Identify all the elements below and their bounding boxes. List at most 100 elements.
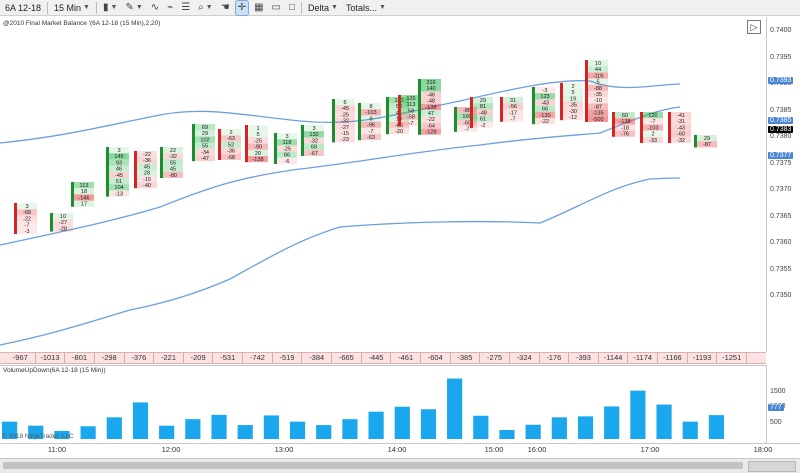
footprint-body <box>50 213 53 232</box>
price-tick-label: 0.7360 <box>770 239 792 246</box>
volume-bar <box>447 378 463 439</box>
volume-tick-label: 1500 <box>770 387 786 395</box>
footprint-value: 1 <box>256 126 259 132</box>
footprint-value: 29 <box>704 136 710 142</box>
footprint-bar: 22-325545-80 <box>160 147 183 179</box>
footprint-value: -7 <box>25 223 30 229</box>
footprint-bar: 3118-2566-6 <box>274 133 297 165</box>
footprint-value: 44 <box>595 67 601 73</box>
footprint-value: -116 <box>593 73 604 79</box>
footprint-value: -86 <box>463 108 471 114</box>
crosshair-button[interactable]: ✛ <box>234 0 250 16</box>
footprint-body <box>532 87 535 125</box>
footprint-value: 5 <box>571 90 574 96</box>
totals-selector[interactable]: Totals... ▼ <box>344 1 388 15</box>
volume-bar <box>263 415 279 439</box>
volume-bar <box>630 390 646 439</box>
footprint-value: 113 <box>80 183 89 189</box>
delta-total-cell: -1251 <box>717 353 747 363</box>
volume-bar <box>682 421 698 439</box>
footprint-value: -46 <box>427 92 435 98</box>
footprint-value: 102 <box>200 137 209 143</box>
footprint-bar: -41-31-43-60-32 <box>668 112 691 144</box>
square-icon: □ <box>288 2 296 13</box>
footprint-body <box>301 125 304 156</box>
link-button[interactable]: □ <box>287 1 297 15</box>
footprint-value: 2 <box>571 84 574 90</box>
volume-bar <box>499 430 515 439</box>
footprint-value: -88 <box>594 86 602 92</box>
footprint-body <box>245 125 248 163</box>
list-icon: ☰ <box>181 2 191 13</box>
strategies-button[interactable]: ⌁ <box>165 1 175 15</box>
footprint-value: -135 <box>592 111 603 117</box>
volume-bar <box>316 425 332 439</box>
zoom-button[interactable]: ⌕ ▼ <box>196 1 215 15</box>
footprint-value: 18 <box>81 189 87 195</box>
chart-trader-button[interactable]: ▭ <box>270 1 283 15</box>
delta-total-cell: -1174 <box>628 353 659 363</box>
footprint-body <box>14 203 17 234</box>
delta-total-cell: -209 <box>184 353 214 363</box>
time-axis[interactable]: 11:00 12:00 13:00 14:00 15:00 16:00 17:00 18:00 <box>0 443 800 459</box>
footprint-value: -80 <box>169 173 177 179</box>
footprint-bar: -3123-4366-130-22 <box>532 87 555 125</box>
time-tick-label: 11:00 <box>47 445 67 454</box>
footprint-body <box>218 129 221 160</box>
footprint-value: -35 <box>594 92 602 98</box>
footprint-value: 46 <box>116 167 122 173</box>
interval-selector[interactable]: 15 Min ▼ <box>52 1 92 15</box>
mode-selector[interactable]: Delta ▼ <box>306 1 340 15</box>
instrument-label: 6A 12-18 <box>5 2 42 13</box>
footprint-value: 5 <box>256 132 259 138</box>
footprint-value: -34 <box>201 150 209 156</box>
footprint-bar: 15-25-9020-138 <box>245 125 268 163</box>
footprint-body <box>386 97 389 135</box>
footprint-body <box>398 95 401 126</box>
pan-button[interactable]: ☚ <box>219 1 232 15</box>
footprint-value: -32 <box>310 138 318 144</box>
footprint-value: 61 <box>480 117 486 123</box>
delta-total-cell: -519 <box>273 353 303 363</box>
horizontal-scrollbar[interactable] <box>0 458 800 473</box>
footprint-value: -32 <box>169 154 177 160</box>
footprint-value: -56 <box>509 104 517 110</box>
instrument-selector[interactable]: 6A 12-18 <box>3 1 43 15</box>
price-axis[interactable]: 0.74000.73950.73900.73850.73800.73750.73… <box>766 17 800 352</box>
footprint-value: 9 <box>369 116 372 122</box>
footprint-body <box>612 112 615 137</box>
draw-tool-button[interactable]: ✎ ▼ <box>123 1 144 15</box>
footprint-body <box>470 97 473 128</box>
properties-button[interactable]: ☰ <box>179 1 192 15</box>
footprint-value: 140 <box>426 86 435 92</box>
footprint-value: 52 <box>228 142 234 148</box>
toolbar-divider <box>47 1 49 14</box>
delta-total-cell: -1166 <box>658 353 688 363</box>
bar-type-button[interactable]: ▮ ▼ <box>101 1 119 15</box>
footprint-value: -63 <box>367 135 375 141</box>
footprint-bar: 316140-46-48-13847-22-64-128 <box>418 79 441 136</box>
footprint-bar: -22-364528-15-40 <box>134 151 157 189</box>
footprint-value: -43 <box>541 100 549 106</box>
footprint-value: -12 <box>569 115 577 121</box>
footprint-value: -103 <box>365 110 376 116</box>
volume-bar <box>237 425 253 439</box>
volume-bar <box>420 409 437 439</box>
footprint-value: 5 <box>596 80 599 86</box>
volume-last-tag: 777 <box>768 404 784 411</box>
volume-chart[interactable] <box>0 375 766 441</box>
time-tick-label: 13:00 <box>274 445 294 454</box>
footprint-bar: 11318-14617 <box>71 182 94 208</box>
indicators-button[interactable]: ∿ <box>149 1 161 15</box>
price-tick-label: 0.7400 <box>770 27 792 34</box>
price-chart[interactable]: 3-68-22-7-310-27-2811318-1461731459346-4… <box>0 17 766 352</box>
delta-total-cell: -393 <box>569 353 599 363</box>
delta-total-cell: -531 <box>213 353 244 363</box>
volume-axis[interactable]: 15001000500777 <box>766 365 800 443</box>
data-box-button[interactable]: ▦ <box>252 1 265 15</box>
scroll-end-control[interactable] <box>748 461 796 472</box>
scroll-thumb[interactable] <box>3 462 743 469</box>
delta-total-cell: -801 <box>65 353 95 363</box>
footprint-value: -25 <box>341 112 349 118</box>
footprint-value: 66 <box>542 107 548 113</box>
